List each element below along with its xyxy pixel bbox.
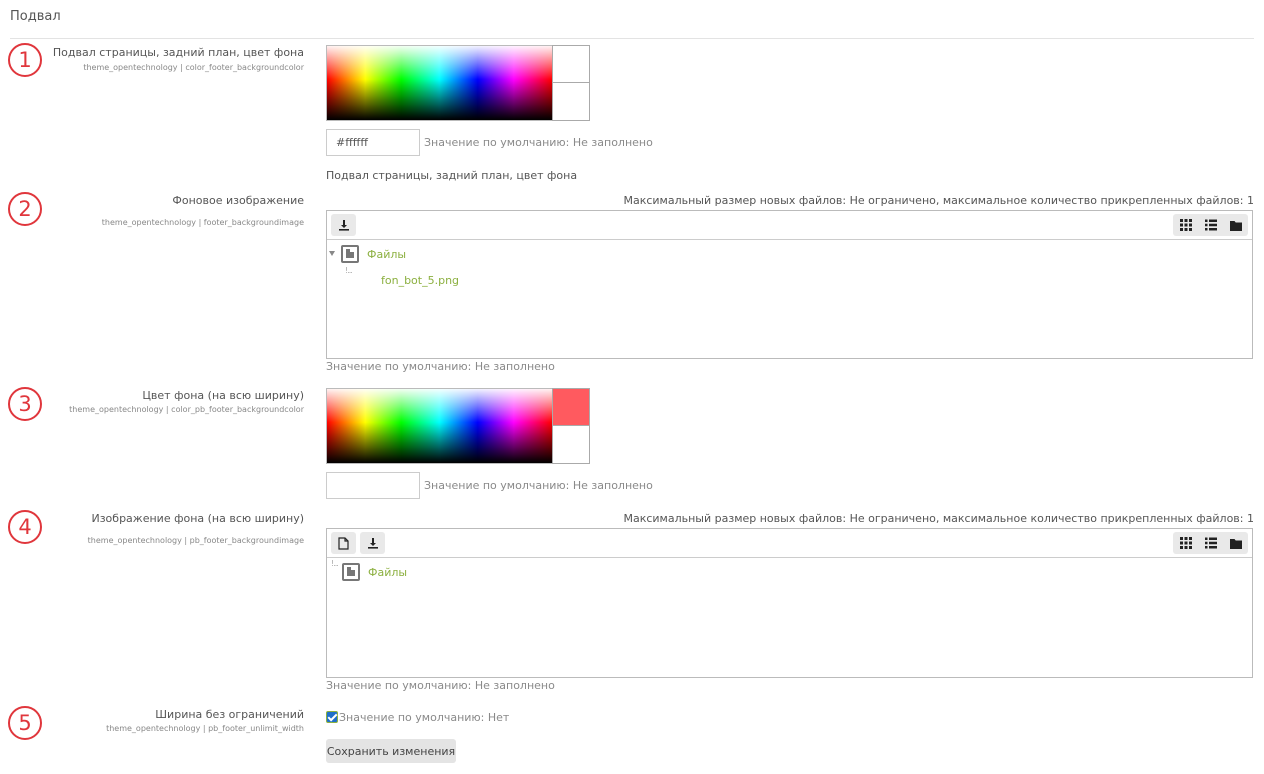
annotation-badge-1: 1	[8, 43, 42, 77]
setting-label-unlimit-width: Ширина без ограничений	[155, 708, 304, 721]
color-input-footer-bgcolor[interactable]: #ffffff	[326, 129, 420, 156]
download-icon	[367, 538, 378, 549]
download-icon	[338, 220, 349, 231]
setting-label-footer-bgcolor: Подвал страницы, задний план, цвет фона	[52, 46, 304, 59]
folder-icon	[341, 245, 359, 263]
color-picker-pb-footer-bgcolor[interactable]	[326, 388, 590, 464]
color-preview-swatch	[552, 388, 590, 464]
list-icon	[1204, 219, 1217, 231]
file-manager-pb-footer-bgimage: !... Файлы	[326, 528, 1253, 678]
folder-item[interactable]: Файлы	[342, 563, 407, 581]
folder-name[interactable]: Файлы	[368, 566, 407, 579]
current-color-swatch	[553, 46, 589, 83]
unlimit-width-checkbox[interactable]	[326, 711, 338, 723]
default-hint: Значение по умолчанию: Не заполнено	[326, 360, 555, 373]
current-color-swatch	[553, 389, 589, 426]
default-hint: Значение по умолчанию: Нет	[339, 711, 510, 724]
setting-key-pb-footer-bgimage: theme_opentechnology | pb_footer_backgro…	[87, 536, 304, 545]
setting-key-footer-bgcolor: theme_opentechnology | color_footer_back…	[83, 63, 304, 72]
folder-name[interactable]: Файлы	[367, 248, 406, 261]
folder-item[interactable]: Файлы	[341, 245, 406, 263]
setting-label-pb-footer-bgimage: Изображение фона (на всю ширину)	[91, 512, 304, 525]
grid-view-button[interactable]	[1173, 214, 1198, 236]
grid-view-button[interactable]	[1173, 532, 1198, 554]
color-spectrum[interactable]	[326, 45, 553, 121]
previous-color-swatch	[553, 426, 589, 463]
color-input-pb-footer-bgcolor[interactable]	[326, 472, 420, 499]
setting-key-pb-footer-bgcolor: theme_opentechnology | color_pb_footer_b…	[69, 405, 304, 414]
tree-expand-arrow-icon[interactable]	[329, 251, 335, 256]
previous-color-swatch	[553, 83, 589, 120]
default-hint: Значение по умолчанию: Не заполнено	[326, 679, 555, 692]
view-mode-group	[1173, 532, 1248, 554]
setting-description: Подвал страницы, задний план, цвет фона	[326, 169, 578, 182]
file-manager-toolbar	[327, 211, 1252, 240]
add-file-button[interactable]	[331, 532, 356, 554]
file-limits-text: Максимальный размер новых файлов: Не огр…	[623, 512, 1254, 525]
default-hint: Значение по умолчанию: Не заполнено	[424, 479, 653, 492]
list-view-button[interactable]	[1198, 214, 1223, 236]
file-manager-footer-bgimage: Файлы !... fon_bot_5.png	[326, 210, 1253, 359]
section-divider	[10, 38, 1254, 39]
tree-connector: !...	[345, 266, 353, 275]
section-title: Подвал	[10, 9, 61, 24]
default-hint: Значение по умолчанию: Не заполнено	[424, 136, 653, 149]
grid-icon	[1179, 537, 1192, 549]
annotation-badge-2: 2	[8, 192, 42, 226]
file-item[interactable]: fon_bot_5.png	[381, 274, 459, 287]
annotation-badge-5: 5	[8, 706, 42, 740]
tree-connector: !...	[331, 559, 339, 568]
color-preview-swatch	[552, 45, 590, 121]
color-picker-footer-bgcolor[interactable]	[326, 45, 590, 121]
color-spectrum[interactable]	[326, 388, 553, 464]
setting-label-footer-bgimage: Фоновое изображение	[172, 194, 304, 207]
annotation-badge-4: 4	[8, 510, 42, 544]
folder-icon	[342, 563, 360, 581]
folder-icon	[1229, 538, 1242, 549]
grid-icon	[1179, 219, 1192, 231]
annotation-badge-3: 3	[8, 387, 42, 421]
download-button[interactable]	[360, 532, 385, 554]
tree-view-button[interactable]	[1223, 532, 1248, 554]
setting-key-footer-bgimage: theme_opentechnology | footer_background…	[101, 218, 304, 227]
file-limits-text: Максимальный размер новых файлов: Не огр…	[623, 194, 1254, 207]
tree-view-button[interactable]	[1223, 214, 1248, 236]
setting-label-pb-footer-bgcolor: Цвет фона (на всю ширину)	[142, 389, 304, 402]
save-changes-button[interactable]: Сохранить изменения	[326, 739, 456, 763]
list-view-button[interactable]	[1198, 532, 1223, 554]
file-manager-toolbar	[327, 529, 1252, 558]
download-button[interactable]	[331, 214, 356, 236]
file-icon	[338, 536, 349, 550]
folder-icon	[1229, 220, 1242, 231]
list-icon	[1204, 537, 1217, 549]
setting-key-unlimit-width: theme_opentechnology | pb_footer_unlimit…	[106, 724, 304, 733]
view-mode-group	[1173, 214, 1248, 236]
